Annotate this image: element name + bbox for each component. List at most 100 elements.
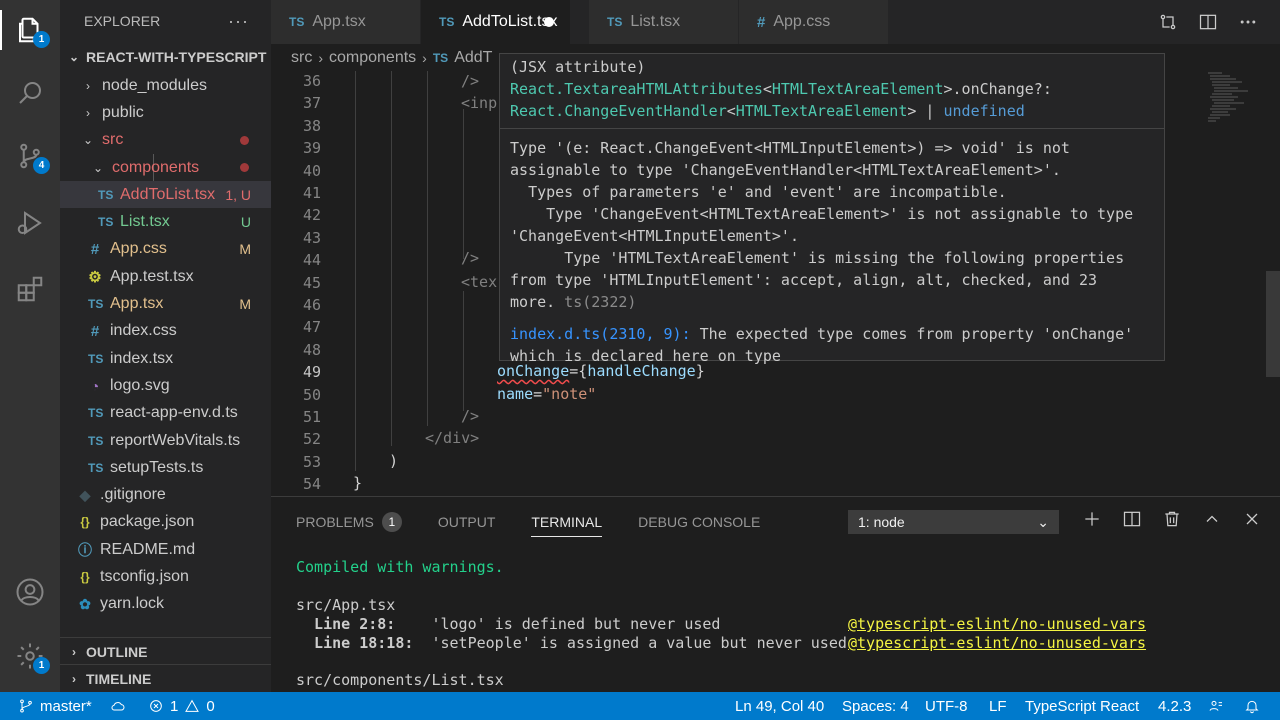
file-decoration: U	[240, 214, 251, 231]
tab-app-css[interactable]: # App.css	[739, 0, 889, 44]
feedback-icon[interactable]	[1208, 692, 1224, 720]
open-changes-icon[interactable]	[1158, 12, 1178, 32]
unsaved-dot-icon[interactable]	[544, 17, 554, 27]
search-icon[interactable]	[0, 67, 60, 119]
typescript-file-icon: TS	[289, 15, 305, 29]
tree-item-components[interactable]: ⌄ components	[60, 154, 271, 181]
workspace-root[interactable]: ⌄ REACT-WITH-TYPESCRIPT	[60, 42, 271, 72]
json-file-icon: {}	[80, 569, 90, 584]
trash-icon[interactable]	[1162, 509, 1182, 529]
terminal-line: Compiled with warnings.	[296, 558, 504, 576]
git-branch-icon	[20, 699, 32, 713]
tab-problems[interactable]: PROBLEMS 1	[296, 497, 402, 547]
tree-item-react-app-env[interactable]: TS react-app-env.d.ts	[60, 400, 271, 427]
encoding[interactable]: UTF-8	[925, 692, 968, 720]
run-debug-icon[interactable]	[0, 197, 60, 249]
tree-item-package-json[interactable]: {} package.json	[60, 509, 271, 536]
eslint-rule-link[interactable]: @typescript-eslint/no-unused-vars	[848, 615, 1146, 633]
hover-signature: (JSX attribute) React.TextareaHTMLAttrib…	[500, 54, 1164, 129]
code-line-44: />	[461, 249, 480, 267]
problems-count-badge: 1	[381, 512, 402, 532]
line-number: 46	[302, 296, 321, 314]
line-number: 40	[302, 161, 321, 180]
typescript-file-icon: TS	[432, 50, 449, 65]
tab-app-tsx[interactable]: TS App.tsx	[271, 0, 421, 44]
line-number: 44	[302, 251, 321, 270]
tab-addtolist[interactable]: TS AddToList.tsx	[421, 0, 571, 44]
git-file-icon: ◆	[79, 486, 91, 503]
tree-item-report-web-vitals[interactable]: TS reportWebVitals.ts	[60, 427, 271, 454]
error-dot	[240, 163, 249, 173]
code-line-37: <inp	[461, 94, 498, 112]
tree-item-setup-tests[interactable]: TS setupTests.ts	[60, 454, 271, 481]
ts-version[interactable]: 4.2.3	[1158, 692, 1191, 720]
tab-list[interactable]: TS List.tsx	[589, 0, 739, 44]
related-info-link[interactable]: index.d.ts(2310, 9):	[510, 325, 691, 343]
tab-terminal[interactable]: TERMINAL	[531, 497, 602, 547]
css-file-icon: #	[757, 13, 766, 31]
close-panel-icon[interactable]	[1242, 509, 1262, 529]
split-terminal-icon[interactable]	[1122, 509, 1142, 529]
tab-output[interactable]: OUTPUT	[438, 497, 496, 547]
tree-item-index-tsx[interactable]: TS index.tsx	[60, 345, 271, 372]
css-file-icon: #	[90, 240, 100, 258]
timeline-section[interactable]: › TIMELINE	[60, 664, 271, 692]
editor-scrollbar[interactable]	[1266, 271, 1280, 377]
breadcrumb-file[interactable]: AddT	[454, 49, 492, 67]
line-number: 36	[302, 72, 321, 90]
tab-debug-console[interactable]: DEBUG CONSOLE	[638, 497, 760, 547]
error-icon	[150, 700, 162, 712]
language-mode[interactable]: TypeScript React	[1025, 692, 1139, 720]
outline-section[interactable]: › OUTLINE	[60, 637, 271, 665]
file-decoration: 1, U	[225, 186, 251, 203]
tree-item-list[interactable]: TS List.tsx U	[60, 208, 271, 235]
line-number: 53	[302, 452, 321, 471]
tree-item-yarn-lock[interactable]: ✿ yarn.lock	[60, 591, 271, 618]
extensions-icon[interactable]	[0, 263, 60, 315]
chevron-up-icon[interactable]	[1202, 509, 1222, 529]
accounts-icon[interactable]	[0, 566, 60, 618]
chevron-right-icon: ›	[72, 644, 76, 659]
tree-item-readme[interactable]: ⓘ README.md	[60, 536, 271, 563]
tree-item-node-modules[interactable]: › node_modules	[60, 72, 271, 99]
more-actions-icon[interactable]	[1238, 12, 1258, 32]
line-number: 50	[302, 385, 321, 404]
sync-status[interactable]	[110, 692, 126, 720]
tree-item-logo-svg[interactable]: ◔ logo.svg	[60, 372, 271, 399]
test-file-gear-icon: ⚙	[88, 268, 102, 286]
settings-gear-icon[interactable]: 1	[0, 630, 60, 682]
tree-item-public[interactable]: › public	[60, 99, 271, 126]
tree-item-app-css[interactable]: # App.css M	[60, 236, 271, 263]
tree-item-app-test[interactable]: ⚙ App.test.tsx	[60, 263, 271, 290]
chevron-down-icon: ⌄	[82, 133, 94, 148]
terminal-select[interactable]: 1: node ⌄	[848, 510, 1059, 534]
new-terminal-icon[interactable]	[1082, 509, 1102, 529]
source-control-icon[interactable]: 4	[0, 130, 60, 182]
breadcrumb-src[interactable]: src	[291, 49, 312, 67]
eslint-rule-link[interactable]: @typescript-eslint/no-unused-vars	[848, 634, 1146, 652]
notifications-bell-icon[interactable]	[1244, 692, 1260, 720]
typescript-file-icon: TS	[88, 460, 104, 475]
hover-related-info: index.d.ts(2310, 9): The expected type c…	[510, 325, 1134, 365]
file-tree: › node_modules › public ⌄ src ⌄ componen…	[60, 72, 271, 618]
tree-item-tsconfig[interactable]: {} tsconfig.json	[60, 563, 271, 590]
split-editor-icon[interactable]	[1198, 12, 1218, 32]
problems-status[interactable]: 1 0	[148, 692, 215, 720]
minimap[interactable]	[1206, 71, 1266, 131]
cursor-position[interactable]: Ln 49, Col 40	[735, 692, 824, 720]
branch-status[interactable]: master*	[18, 692, 92, 720]
tree-item-addtolist[interactable]: TS AddToList.tsx 1, U	[60, 181, 271, 209]
indentation[interactable]: Spaces: 4	[842, 692, 909, 720]
explorer-title: EXPLORER	[84, 13, 161, 29]
tree-item-src[interactable]: ⌄ src	[60, 127, 271, 154]
breadcrumb-components[interactable]: components	[329, 49, 416, 67]
more-actions-icon[interactable]: ···	[228, 11, 249, 32]
indent-guide	[427, 71, 428, 426]
tree-item-index-css[interactable]: # index.css	[60, 318, 271, 345]
chevron-down-icon: ⌄	[1037, 513, 1049, 530]
tree-item-app-tsx[interactable]: TS App.tsx M	[60, 290, 271, 317]
indent-guide	[355, 71, 356, 471]
tree-item-gitignore[interactable]: ◆ .gitignore	[60, 481, 271, 508]
explorer-icon[interactable]: 1	[0, 4, 60, 56]
end-of-line[interactable]: LF	[989, 692, 1007, 720]
